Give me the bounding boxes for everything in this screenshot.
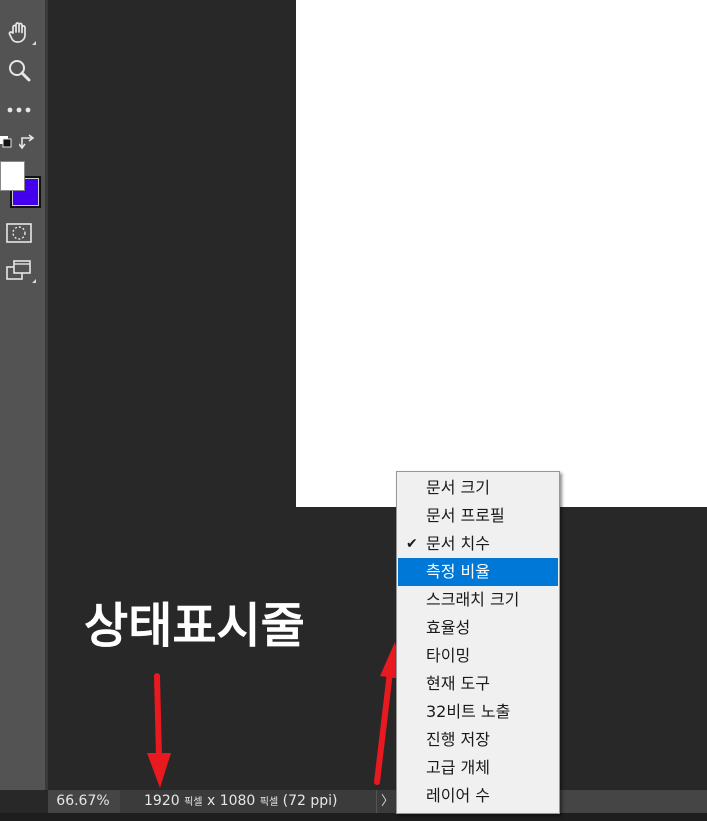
menu-item-label: 효율성 xyxy=(426,618,471,637)
menu-item[interactable]: 스크래치 크기 xyxy=(398,586,558,614)
menu-item-label: 레이어 수 xyxy=(426,786,490,805)
checkmark-icon: ✔ xyxy=(406,536,418,552)
menu-item[interactable]: 측정 비율 xyxy=(398,558,558,586)
menu-item-label: 고급 개체 xyxy=(426,758,490,777)
menu-item[interactable]: ✔ 문서 치수 xyxy=(398,530,558,558)
more-tools-icon xyxy=(7,107,31,113)
menu-item-label: 현재 도구 xyxy=(426,674,490,693)
flyout-indicator xyxy=(32,41,36,45)
annotation-label: 상태표시줄 xyxy=(84,598,305,654)
toolbar-divider xyxy=(45,0,48,790)
menu-item-label: 문서 프로필 xyxy=(426,506,505,525)
menu-item[interactable]: 효율성 xyxy=(398,614,558,642)
doc-width: 1920 xyxy=(144,793,180,809)
menu-item-label: 타이밍 xyxy=(426,646,471,665)
doc-width-unit: 픽셀 xyxy=(184,797,203,808)
hand-icon xyxy=(8,22,26,43)
menu-item[interactable]: 타이밍 xyxy=(398,642,558,670)
foreground-color-swatch[interactable] xyxy=(0,161,25,191)
color-controls xyxy=(0,130,38,154)
quick-mask-button[interactable] xyxy=(0,217,38,249)
bottom-edge xyxy=(0,813,707,821)
zoom-tool-button[interactable] xyxy=(0,54,38,86)
menu-item-label: 문서 치수 xyxy=(426,534,490,553)
menu-item[interactable]: 문서 크기 xyxy=(398,474,558,502)
menu-item[interactable]: 현재 도구 xyxy=(398,670,558,698)
menu-item[interactable]: 고급 개체 xyxy=(398,754,558,782)
hand-tool-button[interactable] xyxy=(0,16,38,48)
tools-panel xyxy=(0,0,45,790)
edit-toolbar-button[interactable] xyxy=(0,94,38,126)
document-canvas[interactable] xyxy=(296,0,707,507)
menu-item[interactable]: 문서 프로필 xyxy=(398,502,558,530)
document-info: 1920 픽셀 x 1080 픽셀 (72 ppi) xyxy=(120,790,376,813)
menu-item-label: 32비트 노출 xyxy=(426,702,511,721)
menu-item-label: 문서 크기 xyxy=(426,478,490,497)
screen-mode-button[interactable] xyxy=(0,254,38,286)
menu-item[interactable]: 32비트 노출 xyxy=(398,698,558,726)
status-bar-menu-arrow[interactable]: 〉 xyxy=(376,790,398,813)
doc-height-unit: 픽셀 xyxy=(259,797,279,808)
menu-item[interactable]: 레이어 수 xyxy=(398,782,558,810)
quick-mask-icon xyxy=(6,223,32,243)
menu-item-label: 진행 저장 xyxy=(426,730,490,749)
arrow-down-icon xyxy=(147,673,171,788)
flyout-indicator xyxy=(32,279,36,283)
screen-mode-icon xyxy=(6,260,31,280)
menu-item-label: 스크래치 크기 xyxy=(426,590,520,609)
zoom-icon xyxy=(9,60,31,82)
doc-size-separator: x xyxy=(206,793,216,809)
status-bar: 66.67% 1920 픽셀 x 1080 픽셀 (72 ppi) 〉 xyxy=(48,790,707,813)
menu-list: 문서 크기문서 프로필 ✔ 문서 치수측정 비율스크래치 크기효율성타이밍현재 도구… xyxy=(398,474,558,810)
zoom-level-field[interactable]: 66.67% xyxy=(48,790,118,813)
status-bar-context-menu: 문서 크기문서 프로필 ✔ 문서 치수측정 비율스크래치 크기효율성타이밍현재 도구… xyxy=(396,471,560,814)
doc-height: 1080 xyxy=(219,793,256,809)
menu-item[interactable]: 진행 저장 xyxy=(398,726,558,754)
default-colors-icon[interactable] xyxy=(0,136,12,148)
swap-colors-icon[interactable] xyxy=(19,133,37,151)
doc-resolution: (72 ppi) xyxy=(282,793,338,809)
menu-item-label: 측정 비율 xyxy=(426,562,490,581)
